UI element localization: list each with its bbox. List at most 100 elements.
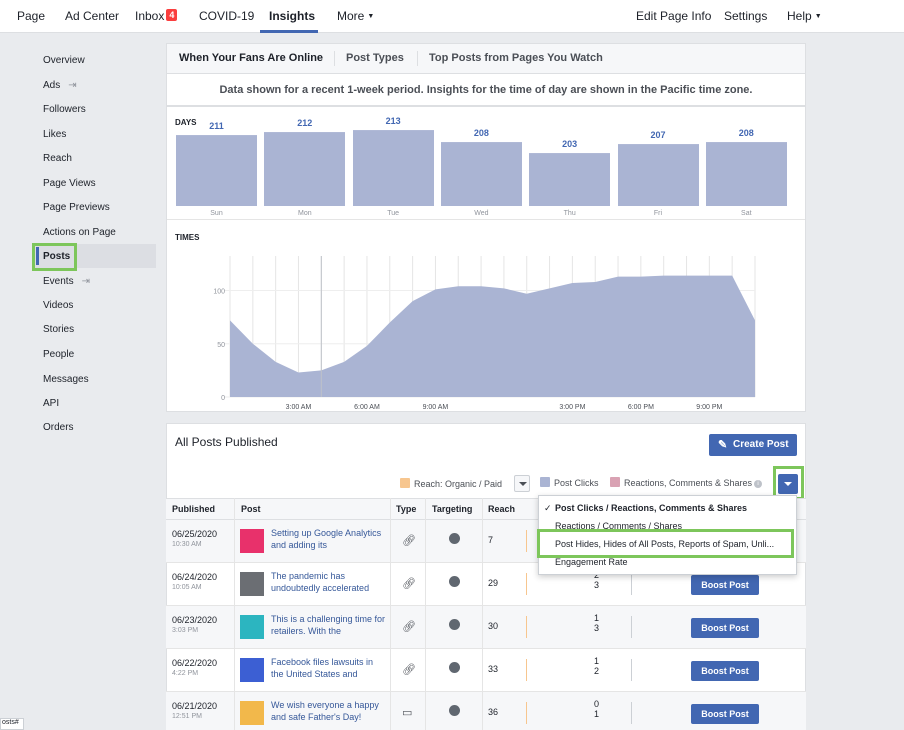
globe-icon [449,662,460,673]
day-bar[interactable] [529,153,611,206]
boost-post-button[interactable]: Boost Post [691,575,759,595]
day-bar[interactable] [352,130,434,206]
day-bar[interactable] [264,132,346,206]
table-row[interactable]: 06/21/2020 12:51 PM We wish everyone a h… [166,692,806,730]
table-row[interactable]: 06/23/2020 3:03 PM This is a challenging… [166,606,806,649]
post-thumbnail[interactable] [240,529,264,553]
nav-help[interactable]: Help ▼ [787,9,822,23]
tab-when-fans-online[interactable]: When Your Fans Are Online [179,52,323,64]
col-reach[interactable]: Reach [488,504,515,514]
nav-insights[interactable]: Insights [269,9,315,23]
section-divider [167,219,805,220]
post-text-link[interactable]: The pandemic has undoubtedly accelerated [271,570,386,594]
menu-item-post-clicks[interactable]: Post Clicks / Reactions, Comments & Shar… [555,503,747,513]
nav-page[interactable]: Page [17,9,45,23]
sidebar-item-events[interactable]: Events ⇥ [43,276,90,287]
reach-bar [526,702,527,724]
reach-metric-dropdown[interactable] [514,475,530,492]
row-reach: 36 [488,707,499,717]
external-link-icon: ⇥ [81,276,90,287]
nav-help-label: Help [787,9,812,23]
globe-icon [449,705,460,716]
inbox-count-badge: 4 [166,9,178,21]
link-icon: 🔗︎ [402,535,416,547]
tab-top-posts[interactable]: Top Posts from Pages You Watch [429,52,603,64]
sidebar-item-orders[interactable]: Orders [43,422,74,433]
legend-reactions: Reactions, Comments & Shares i [610,477,763,488]
post-thumbnail[interactable] [240,658,264,682]
post-text-link[interactable]: We wish everyone a happy and safe Father… [271,699,386,723]
col-published[interactable]: Published [172,504,215,514]
sidebar-item-stories[interactable]: Stories [43,324,74,335]
post-thumbnail[interactable] [240,572,264,596]
post-thumbnail[interactable] [240,701,264,725]
external-link-icon: ⇥ [68,80,77,91]
nav-covid[interactable]: COVID-19 [199,9,254,23]
sidebar-item-people[interactable]: People [43,349,74,360]
sidebar-item-videos[interactable]: Videos [43,300,73,311]
reactions-swatch [610,477,620,487]
nav-inbox[interactable]: Inbox 4 [135,9,178,23]
top-navigation-bar: Page Ad Center Inbox 4 COVID-19 Insights … [0,0,904,33]
row-reactions: 3 [594,623,600,633]
col-type[interactable]: Type [396,504,416,514]
boost-post-button[interactable]: Boost Post [691,618,759,638]
boost-post-button[interactable]: Boost Post [691,704,759,724]
row-clicks: 0 [594,699,600,709]
sidebar-item-page-previews[interactable]: Page Previews [43,202,110,213]
day-bar[interactable] [617,143,699,206]
day-bar[interactable] [705,141,787,206]
sidebar-item-reach[interactable]: Reach [43,153,72,164]
day-bar[interactable] [440,141,522,206]
info-icon[interactable]: i [754,480,763,488]
tab-divider [334,51,335,66]
day-name-label: Wed [474,210,489,217]
post-text-link[interactable]: This is a challenging time for retailers… [271,613,386,637]
nav-inbox-label: Inbox [135,9,165,23]
day-value-label: 203 [562,139,578,150]
day-value-label: 213 [385,116,401,127]
reach-bar [526,530,527,552]
legend-reach: Reach: Organic / Paid [400,478,502,489]
row-reach: 30 [488,621,499,631]
tab-post-types[interactable]: Post Types [346,52,404,64]
col-post[interactable]: Post [241,504,261,514]
post-text-link[interactable]: Facebook files lawsuits in the United St… [271,656,386,680]
reach-swatch [400,478,410,488]
boost-post-button[interactable]: Boost Post [691,661,759,681]
insights-tabs: When Your Fans Are Online Post Types Top… [166,43,806,73]
sidebar-item-likes[interactable]: Likes [43,129,66,140]
col-targeting[interactable]: Targeting [432,504,472,514]
sidebar-item-ads[interactable]: Ads ⇥ [43,80,77,91]
link-icon: 🔗︎ [402,621,416,633]
day-bar[interactable] [176,134,257,206]
nav-edit-page-info[interactable]: Edit Page Info [636,9,711,23]
table-row[interactable]: 06/22/2020 4:22 PM Facebook files lawsui… [166,649,806,692]
legend-clicks-label: Post Clicks [554,478,599,488]
nav-ad-center[interactable]: Ad Center [65,9,119,23]
nav-more-label: More [337,9,365,23]
day-value-label: 208 [473,127,489,138]
engagement-bar [631,659,632,681]
checkmark-icon: ✓ [544,503,552,513]
post-text-link[interactable]: Setting up Google Analytics and adding i… [271,527,386,551]
post-thumbnail[interactable] [240,615,264,639]
sidebar-item-actions-on-page[interactable]: Actions on Page [43,227,116,238]
sidebar-item-page-views[interactable]: Page Views [43,178,96,189]
legend-reactions-label: Reactions, Comments & Shares [624,478,753,488]
legend-post-clicks: Post Clicks [540,477,599,488]
sidebar-item-api[interactable]: API [43,398,59,409]
day-name-label: Fri [653,210,663,217]
day-name-label: Sat [741,210,752,217]
sidebar-item-overview[interactable]: Overview [43,55,85,66]
create-post-button[interactable]: ✎ Create Post [709,434,797,456]
menu-item-engagement-rate[interactable]: Engagement Rate [555,557,628,567]
legend-reach-label: Reach: Organic / Paid [414,479,503,489]
sidebar-item-followers[interactable]: Followers [43,104,86,115]
status-url-bar: osts# [0,718,24,730]
nav-more[interactable]: More ▼ [337,9,374,23]
sidebar-item-messages[interactable]: Messages [43,374,89,385]
highlight-box-posts [32,243,77,271]
tab-divider [417,51,418,66]
nav-settings[interactable]: Settings [724,9,767,23]
